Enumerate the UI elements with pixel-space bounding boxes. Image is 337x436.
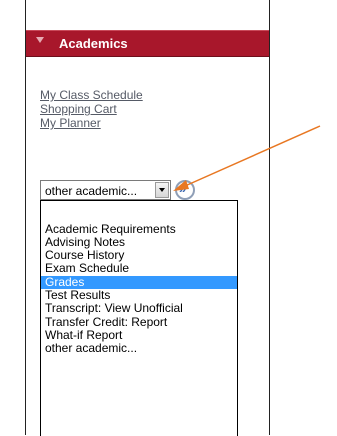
annotation-arrow — [173, 125, 321, 191]
annotation-arrow-head — [173, 180, 189, 191]
annotation-arrow-line — [184, 125, 321, 187]
